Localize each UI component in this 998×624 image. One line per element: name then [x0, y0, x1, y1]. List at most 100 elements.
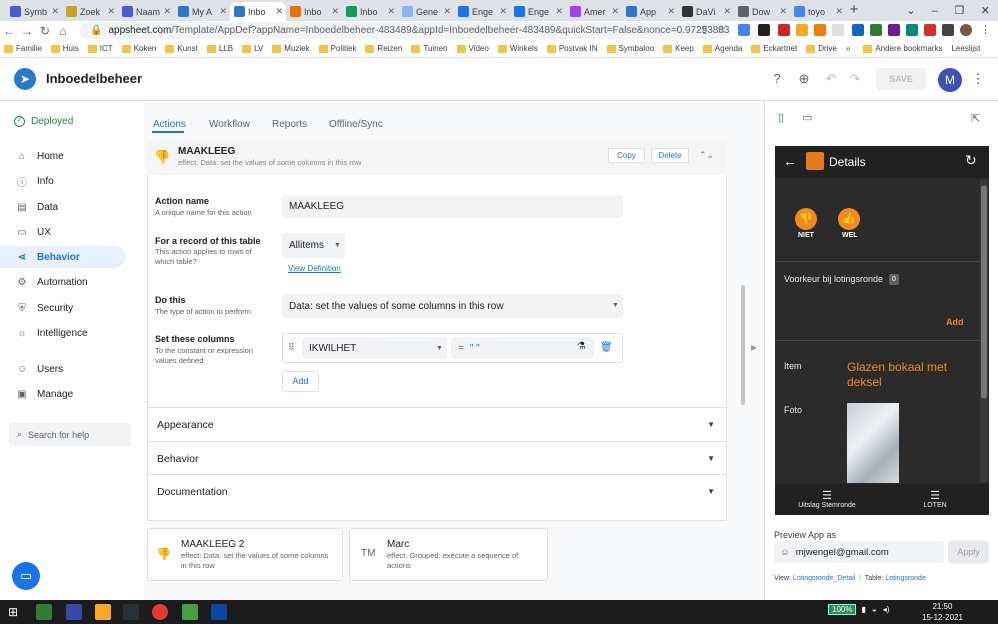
extension-icon[interactable] — [870, 24, 882, 36]
puzzle-icon[interactable] — [942, 24, 954, 36]
view-definition-link[interactable]: View Definition — [288, 264, 341, 273]
open-external-icon[interactable]: ⇱ — [971, 112, 980, 125]
item-photo[interactable] — [847, 403, 899, 483]
bookmark-item[interactable]: Reizen — [365, 44, 402, 53]
battery-icon[interactable]: ▮ — [861, 605, 865, 614]
thumbs-down-icon[interactable]: 👎 — [795, 208, 817, 230]
sidebar-item-security[interactable]: ⛨ Security — [0, 297, 126, 319]
expression-assistant-icon[interactable]: ⚗ — [577, 341, 586, 352]
bookmark-item[interactable]: Winkels — [497, 44, 538, 53]
share-icon[interactable]: ⇪ — [700, 24, 709, 37]
add-column-button[interactable]: Add — [282, 371, 319, 392]
browser-tab[interactable]: DaVi ✕ — [678, 2, 734, 21]
chat-button[interactable]: ▭ — [12, 562, 40, 590]
add-link[interactable]: Add — [946, 317, 964, 327]
bookmark-item[interactable]: Huis — [50, 44, 79, 53]
bookmark-item[interactable]: Politiek — [318, 44, 356, 53]
photoshop-icon[interactable] — [211, 604, 227, 620]
chevron-down-icon[interactable]: ⌄ — [906, 4, 915, 17]
tab-close-icon[interactable]: ✕ — [667, 6, 675, 17]
taskbar-app-icon[interactable] — [36, 604, 52, 620]
nav-uitslag-stemronde[interactable]: ☰ Uitslag Stemronde — [792, 489, 862, 509]
browser-tab[interactable]: Inbo ✕ — [342, 2, 398, 21]
bookmark-item[interactable]: Eckartnet — [751, 44, 797, 53]
delete-button[interactable]: Delete — [651, 148, 689, 163]
avatar[interactable]: M — [938, 68, 962, 92]
browser-menu-icon[interactable]: ⋮ — [980, 23, 991, 36]
browser-tab[interactable]: Naam ✕ — [118, 2, 174, 21]
browser-tab[interactable]: toyo ✕ — [790, 2, 846, 21]
collapse-panel-icon[interactable]: ▶ — [751, 343, 757, 352]
help-search[interactable]: ⌕ Search for help — [9, 423, 131, 446]
sidebar-item-data[interactable]: ▤ Data — [0, 196, 126, 218]
extension-icon[interactable] — [888, 24, 900, 36]
redo-icon[interactable]: ↷ — [847, 71, 863, 87]
tab-close-icon[interactable]: ✕ — [107, 6, 115, 17]
extension-icon[interactable] — [814, 24, 826, 36]
preview-scrollbar[interactable] — [980, 180, 988, 482]
tab-workflow[interactable]: Workflow — [209, 119, 250, 130]
tab-close-icon[interactable]: ✕ — [723, 6, 731, 17]
network-icon[interactable]: ◒ — [872, 605, 877, 614]
apply-button[interactable]: Apply — [948, 541, 989, 563]
browser-tab[interactable]: Dow ✕ — [734, 2, 790, 21]
maximize-icon[interactable]: ❐ — [954, 4, 964, 17]
tab-close-icon[interactable]: ✕ — [275, 6, 283, 17]
reading-list[interactable]: Leeslijst — [951, 44, 980, 53]
forward-icon[interactable]: → — [18, 24, 36, 38]
volume-icon[interactable]: ◂) — [883, 605, 890, 614]
minimize-icon[interactable]: – — [932, 5, 938, 17]
tab-close-icon[interactable]: ✕ — [387, 6, 395, 17]
tab-reports[interactable]: Reports — [272, 119, 307, 130]
bookmark-item[interactable]: LLB — [206, 44, 233, 53]
sidebar-item-automation[interactable]: ⚙ Automation — [0, 271, 126, 293]
undo-icon[interactable]: ↶ — [823, 71, 839, 87]
action-name-input[interactable]: MAAKLEEG — [282, 195, 623, 218]
share-user-icon[interactable]: ⊕ — [796, 71, 812, 87]
profile-avatar[interactable] — [960, 24, 972, 36]
star-icon[interactable]: ☆ — [716, 23, 726, 36]
browser-tab[interactable]: My A ✕ — [174, 2, 230, 21]
browser-tab[interactable]: Amer ✕ — [566, 2, 622, 21]
tablet-view-icon[interactable]: ▭ — [802, 111, 812, 124]
extension-icon[interactable] — [796, 24, 808, 36]
tab-close-icon[interactable]: ✕ — [835, 6, 843, 17]
bookmark-item[interactable]: LV — [242, 44, 263, 53]
bookmark-item[interactable]: Keep — [663, 44, 694, 53]
section-documentation[interactable]: Documentation ▼ — [147, 474, 727, 508]
taskbar-clock[interactable]: 21:50 15-12-2021 — [922, 601, 963, 623]
help-icon[interactable]: ? — [769, 71, 785, 87]
back-icon[interactable]: ← — [0, 24, 18, 38]
main-scrollbar[interactable] — [741, 285, 745, 405]
more-icon[interactable]: ⋮ — [970, 71, 986, 87]
drag-handle-icon[interactable]: ⠿ — [288, 342, 295, 353]
bookmark-item[interactable]: Muziek — [272, 44, 310, 53]
browser-tab[interactable]: Inbo ✕ — [286, 2, 342, 21]
browser-tab[interactable]: Symb ✕ — [6, 2, 62, 21]
do-this-select[interactable]: Data: set the values of some columns in … — [282, 294, 623, 318]
tab-close-icon[interactable]: ✕ — [555, 6, 563, 17]
close-icon[interactable]: ✕ — [981, 4, 990, 17]
bookmarks-more[interactable]: » — [846, 44, 850, 53]
action-card-maakleeg-2[interactable]: 👎 MAAKLEEG 2 effect: Data: set the value… — [147, 528, 343, 581]
extension-icon[interactable] — [852, 24, 864, 36]
browser-tab[interactable]: App ✕ — [622, 2, 678, 21]
zoom-level[interactable]: 100% — [828, 604, 857, 615]
sidebar-item-ux[interactable]: ▭ UX — [0, 221, 126, 243]
tab-close-icon[interactable]: ✕ — [219, 6, 227, 17]
extension-icon[interactable] — [738, 24, 750, 36]
bookmark-item[interactable]: Koken — [121, 44, 156, 53]
phone-view-icon[interactable]: ▯ — [774, 111, 788, 127]
bookmark-item[interactable]: Tuinen — [411, 44, 448, 53]
tab-offline-sync[interactable]: Offline/Sync — [329, 119, 383, 130]
bookmark-item[interactable]: Symbaloo — [606, 44, 654, 53]
view-link[interactable]: Lotingsronde_Detail — [793, 575, 855, 582]
browser-tab[interactable]: Zoek ✕ — [62, 2, 118, 21]
home-icon[interactable]: ⌂ — [54, 24, 72, 38]
bookmark-item[interactable]: Drive — [806, 44, 837, 53]
action-card-marc[interactable]: TM Marc effect: Grouped: execute a seque… — [349, 528, 548, 581]
bookmark-item[interactable]: Video — [456, 44, 489, 53]
taskbar-app-icon[interactable] — [123, 604, 139, 620]
table-link[interactable]: Lotingsronde — [885, 575, 925, 582]
browser-tab[interactable]: Enge ✕ — [454, 2, 510, 21]
